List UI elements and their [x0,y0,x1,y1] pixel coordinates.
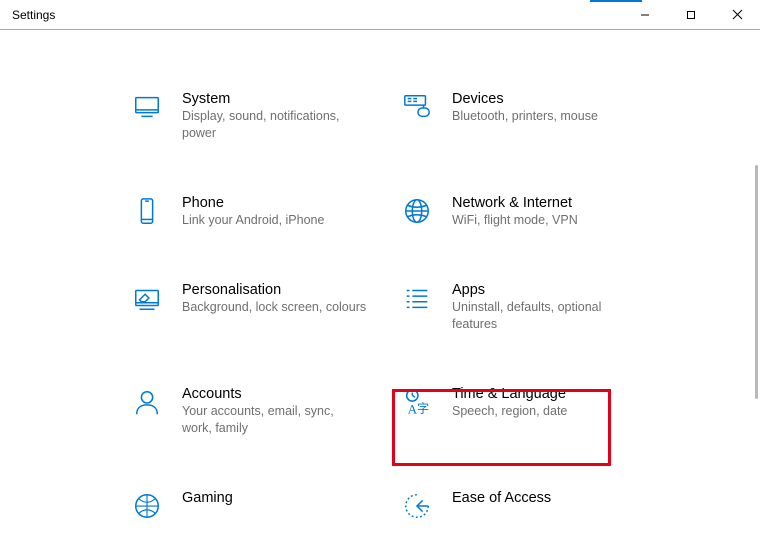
tile-title: Ease of Access [452,489,551,507]
devices-icon [400,90,434,124]
close-button[interactable] [714,0,760,29]
gaming-icon [130,489,164,523]
tile-title: Time & Language [452,385,567,403]
tile-personalisation[interactable]: Personalisation Background, lock screen,… [130,281,380,333]
tile-title: Phone [182,194,324,212]
tile-network[interactable]: Network & Internet WiFi, flight mode, VP… [400,194,650,229]
tile-system[interactable]: System Display, sound, notifications, po… [130,90,380,142]
accounts-icon [130,385,164,419]
tile-desc: Speech, region, date [452,403,567,420]
tile-accounts[interactable]: Accounts Your accounts, email, sync, wor… [130,385,380,437]
tile-title: Personalisation [182,281,366,299]
tile-desc: Bluetooth, printers, mouse [452,108,598,125]
tile-time-language[interactable]: A 字 Time & Language Speech, region, date [400,385,650,437]
close-icon [732,9,743,20]
tile-desc: WiFi, flight mode, VPN [452,212,578,229]
svg-text:字: 字 [417,400,429,415]
tile-title: Gaming [182,489,233,507]
apps-icon [400,281,434,315]
tile-title: Apps [452,281,637,299]
tile-desc: Background, lock screen, colours [182,299,366,316]
personalisation-icon [130,281,164,315]
minimize-button[interactable] [622,0,668,29]
tile-desc: Link your Android, iPhone [182,212,324,229]
tile-devices[interactable]: Devices Bluetooth, printers, mouse [400,90,650,142]
tile-desc: Your accounts, email, sync, work, family [182,403,367,437]
tile-phone[interactable]: Phone Link your Android, iPhone [130,194,380,229]
maximize-button[interactable] [668,0,714,29]
accent-strip [590,0,642,2]
tile-title: Network & Internet [452,194,578,212]
ease-of-access-icon [400,489,434,523]
tile-ease-of-access[interactable]: Ease of Access [400,489,650,523]
scrollbar-vertical[interactable] [755,165,758,399]
phone-icon [130,194,164,228]
tile-desc: Display, sound, notifications, power [182,108,367,142]
system-icon [130,90,164,124]
tile-gaming[interactable]: Gaming [130,489,380,523]
tile-title: Devices [452,90,598,108]
network-icon [400,194,434,228]
tile-apps[interactable]: Apps Uninstall, defaults, optional featu… [400,281,650,333]
window-controls [622,0,760,29]
category-grid: System Display, sound, notifications, po… [130,90,650,523]
tile-title: Accounts [182,385,367,403]
minimize-icon [640,10,650,20]
tile-title: System [182,90,367,108]
settings-content: System Display, sound, notifications, po… [0,30,760,538]
maximize-icon [686,10,696,20]
tile-desc: Uninstall, defaults, optional features [452,299,637,333]
window-title: Settings [12,8,55,22]
time-language-icon: A 字 [400,385,434,419]
title-bar: Settings [0,0,760,30]
